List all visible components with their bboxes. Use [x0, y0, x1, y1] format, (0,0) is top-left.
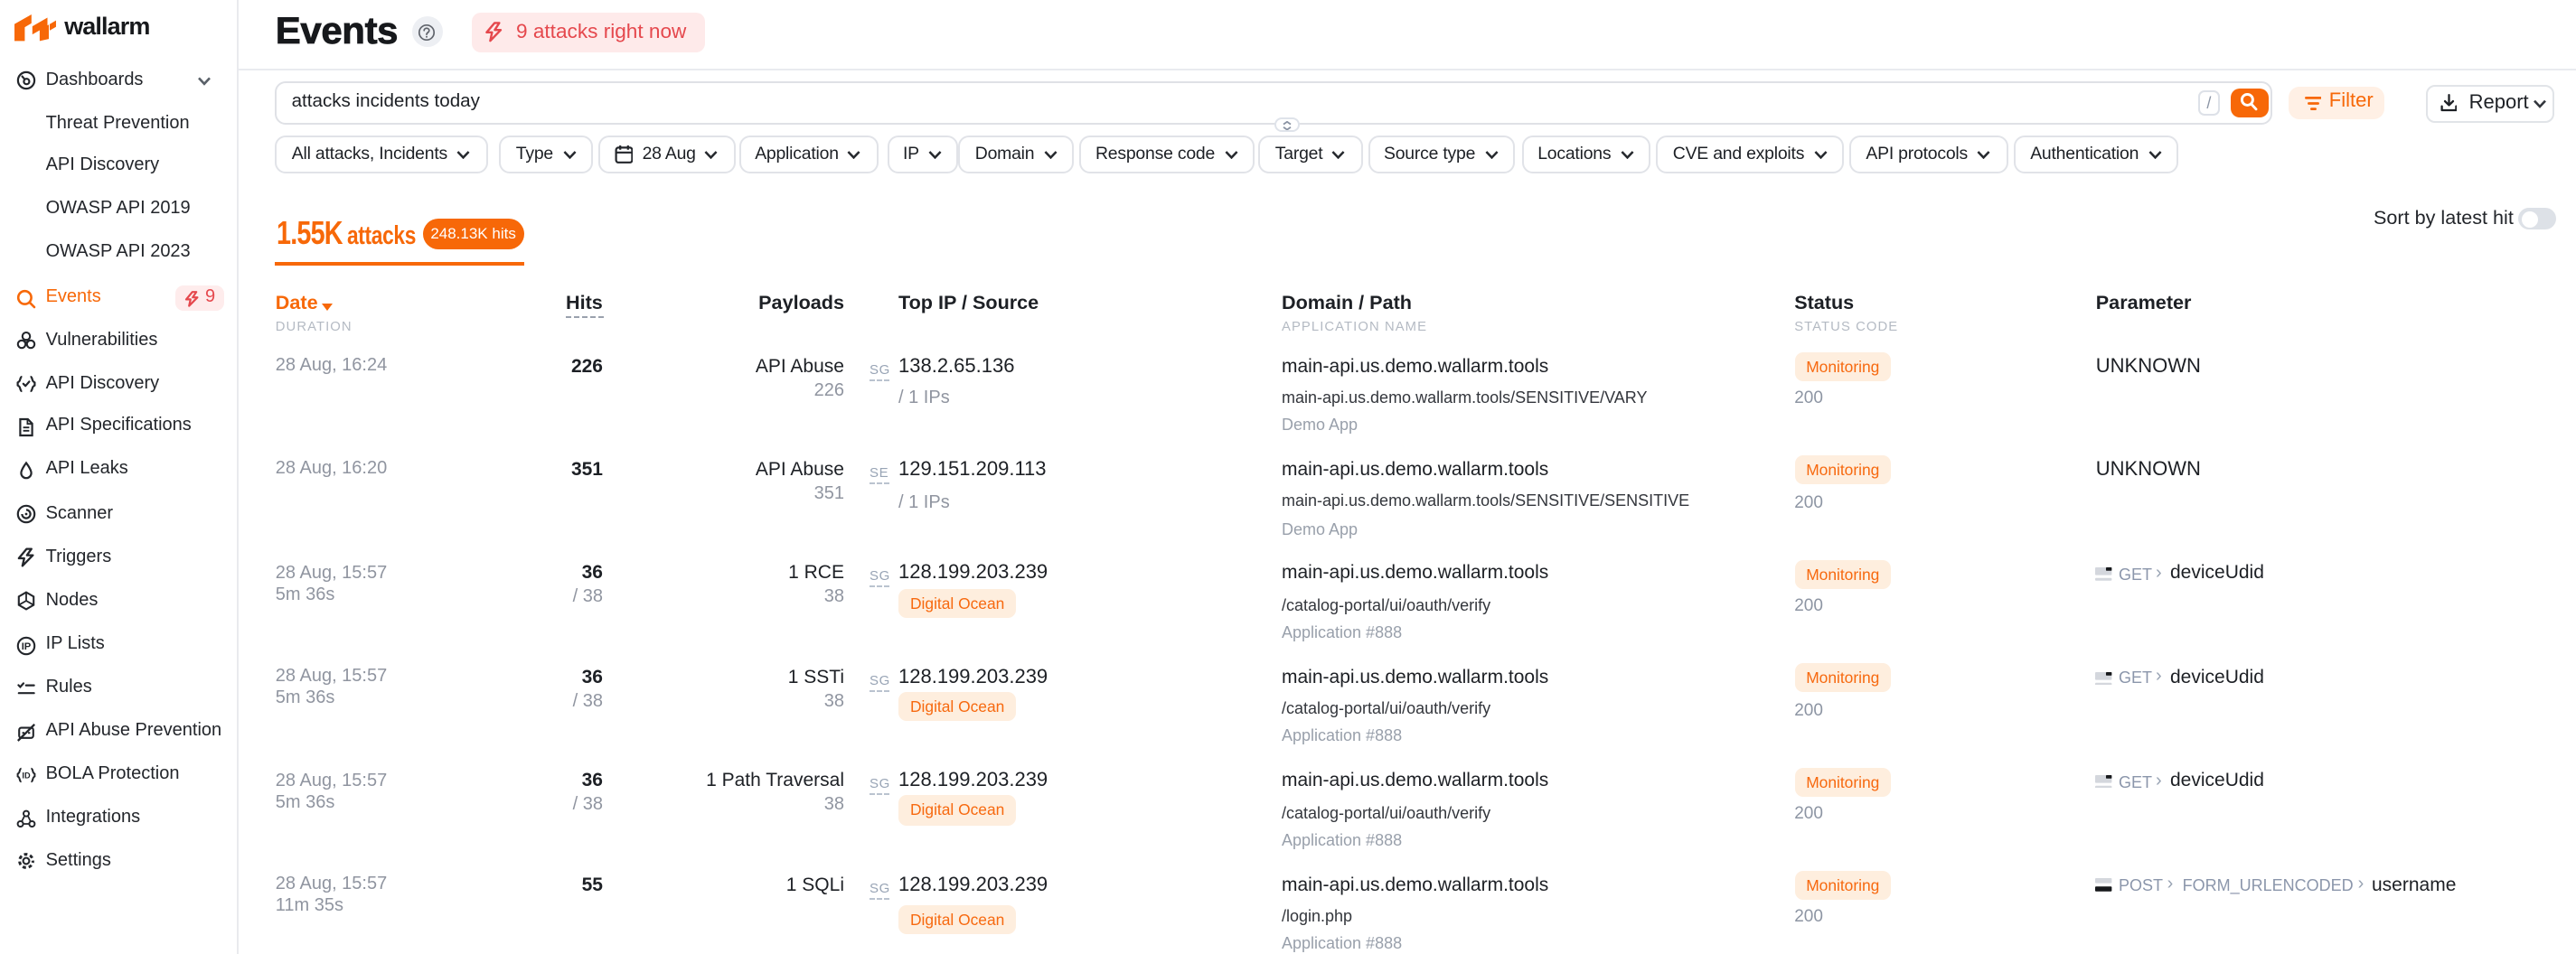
svg-text:IP: IP: [21, 641, 31, 651]
svg-text:ID: ID: [22, 770, 31, 779]
